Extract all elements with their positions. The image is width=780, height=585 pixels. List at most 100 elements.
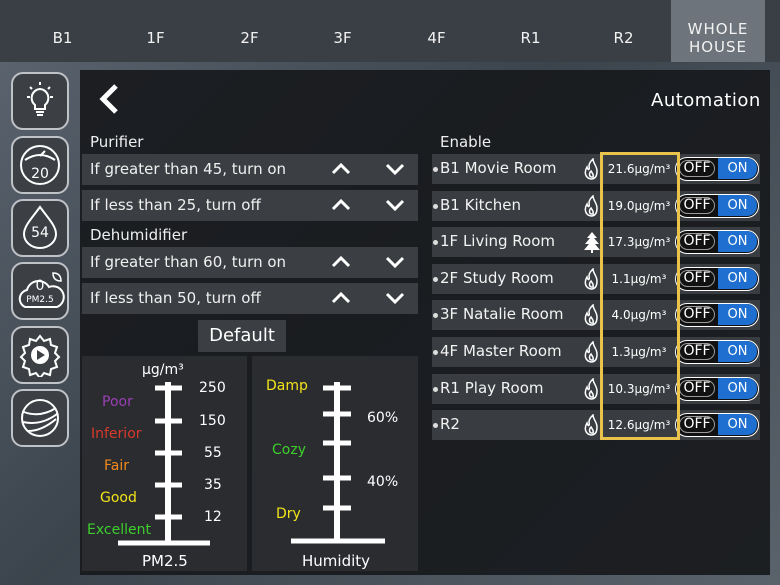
- sidebar-automation-button[interactable]: [11, 326, 69, 384]
- bullet-dot: [433, 203, 438, 209]
- toggle-on-label: ON: [718, 194, 757, 216]
- back-arrow-icon[interactable]: [98, 84, 120, 122]
- tab-r1[interactable]: R1: [493, 0, 568, 62]
- toggle-on-label: ON: [718, 231, 757, 253]
- chevron-up-icon[interactable]: [329, 250, 353, 274]
- room-name: 1F Living Room: [440, 232, 556, 251]
- pm-tick-35: 35: [204, 477, 222, 493]
- room-row: B1 Movie Room 21.6μg/m³ OFF ON: [432, 154, 760, 184]
- toggle-knob: [679, 306, 715, 324]
- room-name: 2F Study Room: [440, 268, 554, 287]
- room-row: B1 Kitchen 19.0μg/m³ OFF ON: [432, 190, 760, 221]
- humidity-value: 54: [31, 225, 49, 241]
- room-row: R2 12.6μg/m³ OFF ON: [432, 410, 760, 441]
- enable-toggle[interactable]: OFF ON: [675, 193, 759, 218]
- tab-r2[interactable]: R2: [586, 0, 661, 62]
- enable-toggle[interactable]: OFF ON: [675, 230, 759, 255]
- pm-label: PM2.5: [26, 295, 54, 305]
- flame-icon: [582, 340, 602, 363]
- flame-icon: [582, 376, 602, 400]
- toggle-on-label: ON: [718, 377, 757, 399]
- room-row: 2F Study Room 1.1μg/m³ OFF ON: [432, 263, 760, 294]
- pm-label-excellent: Excellent: [87, 522, 151, 538]
- pm-label-good: Good: [100, 490, 137, 506]
- enable-toggle[interactable]: OFF ON: [675, 413, 759, 438]
- tab-3f[interactable]: 3F: [305, 0, 380, 62]
- pm-tick-55: 55: [204, 445, 222, 461]
- gear-play-icon: [19, 334, 61, 377]
- flame-icon: [582, 303, 602, 327]
- bullet-dot: [433, 423, 438, 429]
- tab-b1[interactable]: B1: [25, 0, 100, 62]
- flame-icon: [582, 413, 602, 436]
- room-row: R1 Play Room 10.3μg/m³ OFF ON: [432, 373, 760, 404]
- pm-readings-highlight: [600, 152, 680, 440]
- floor-tab-bar: B1 1F 2F 3F 4F R1 R2 WHOLE HOUSE: [0, 0, 780, 62]
- enable-toggle[interactable]: OFF ON: [675, 266, 759, 291]
- enable-toggle[interactable]: OFF ON: [675, 157, 759, 181]
- toggle-knob: [679, 416, 715, 434]
- toggle-knob: [679, 343, 715, 360]
- flame-icon: [582, 157, 602, 180]
- pm-scale-title: PM2.5: [142, 552, 188, 570]
- chevron-up-icon[interactable]: [329, 286, 353, 310]
- tab-4f[interactable]: 4F: [399, 0, 474, 62]
- dehumidifier-heading: Dehumidifier: [90, 226, 188, 244]
- bullet-dot: [433, 276, 438, 282]
- tab-2f[interactable]: 2F: [212, 0, 287, 62]
- humidity-scale-title: Humidity: [302, 552, 371, 570]
- room-name: 3F Natalie Room: [440, 305, 564, 324]
- whole-house-line2: HOUSE: [688, 38, 748, 56]
- temperature-value: 20: [31, 166, 49, 182]
- purifier-heading: Purifier: [90, 133, 144, 151]
- default-button[interactable]: Default: [198, 320, 286, 352]
- pm-tick-250: 250: [199, 380, 226, 396]
- toggle-on-label: ON: [718, 267, 757, 289]
- sidebar-humidity-button[interactable]: 54: [11, 199, 69, 257]
- toggle-on-label: ON: [718, 158, 757, 179]
- chevron-down-icon[interactable]: [383, 250, 407, 274]
- bullet-dot: [433, 167, 438, 172]
- toggle-on-label: ON: [718, 304, 757, 326]
- toggle-knob: [679, 196, 715, 214]
- rule-text: If greater than 45, turn on: [90, 160, 287, 178]
- pm-tick-150: 150: [199, 413, 226, 429]
- room-row: 4F Master Room 1.3μg/m³ OFF ON: [432, 337, 760, 367]
- sidebar-temperature-button[interactable]: 20: [11, 136, 69, 194]
- room-name: R2: [440, 415, 460, 434]
- rule-text: If greater than 60, turn on: [90, 253, 287, 271]
- chevron-up-icon[interactable]: [329, 157, 353, 181]
- humidity-label-cozy: Cozy: [272, 442, 306, 458]
- rule-row: If less than 50, turn off: [82, 283, 418, 314]
- tab-whole-house[interactable]: WHOLE HOUSE: [671, 0, 765, 62]
- sidebar-globe-button[interactable]: [11, 389, 69, 447]
- rule-text: If less than 25, turn off: [90, 196, 261, 214]
- sidebar-pm25-button[interactable]: 0 PM2.5: [11, 262, 69, 320]
- toggle-knob: [679, 269, 715, 287]
- enable-toggle[interactable]: OFF ON: [675, 340, 759, 364]
- bullet-dot: [433, 350, 438, 355]
- enable-heading: Enable: [440, 133, 492, 151]
- pm-label-poor: Poor: [102, 394, 133, 410]
- room-name: B1 Movie Room: [440, 159, 557, 177]
- chevron-down-icon[interactable]: [383, 157, 407, 181]
- humidity-label-dry: Dry: [276, 506, 301, 522]
- bullet-dot: [433, 240, 438, 246]
- chevron-up-icon[interactable]: [329, 193, 353, 217]
- globe-icon: [21, 399, 59, 437]
- room-name: B1 Kitchen: [440, 195, 521, 214]
- sidebar-light-button[interactable]: [11, 72, 69, 130]
- flame-icon: [582, 193, 602, 217]
- enable-toggle[interactable]: OFF ON: [675, 376, 759, 401]
- page-title: Automation: [651, 90, 761, 111]
- humidity-tick-40: 40%: [367, 474, 399, 490]
- bullet-dot: [433, 313, 438, 319]
- pm-tick-12: 12: [204, 509, 222, 525]
- toggle-on-label: ON: [718, 414, 757, 436]
- chevron-down-icon[interactable]: [383, 286, 407, 310]
- toggle-knob: [679, 233, 715, 251]
- humidity-scale-axis: [291, 382, 385, 544]
- chevron-down-icon[interactable]: [383, 193, 407, 217]
- tab-1f[interactable]: 1F: [118, 0, 193, 62]
- enable-toggle[interactable]: OFF ON: [675, 303, 759, 328]
